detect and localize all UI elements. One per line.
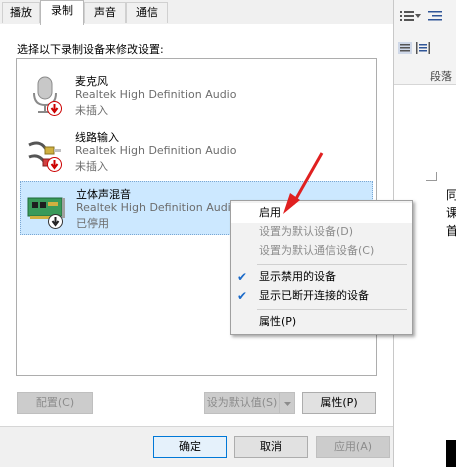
tab-communications[interactable]: 通信 — [126, 2, 168, 23]
button-label: 属性(P) — [320, 396, 358, 409]
menu-separator — [257, 264, 407, 265]
tab-label: 录制 — [51, 4, 73, 17]
device-item-line-in[interactable]: 线路输入 Realtek High Definition Audio 未插入 — [20, 125, 373, 179]
button-label: 取消 — [260, 440, 282, 453]
button-label: 应用(A) — [333, 440, 373, 453]
distributed-align-icon[interactable] — [416, 42, 430, 54]
tab-label: 播放 — [10, 6, 32, 19]
chevron-down-icon[interactable] — [415, 14, 421, 18]
list-format-icon[interactable] — [400, 10, 414, 22]
menu-item-enable[interactable]: 启用 — [231, 203, 412, 223]
menu-item-show-disabled[interactable]: ✔ 显示禁用的设备 — [231, 267, 412, 287]
menu-item-label: 设置为默认设备(D) — [259, 225, 354, 238]
tab-label: 声音 — [94, 6, 116, 19]
menu-separator — [257, 309, 407, 310]
device-name: 麦克风 — [75, 75, 108, 88]
device-state: 未插入 — [75, 160, 108, 173]
device-state: 已停用 — [76, 217, 109, 230]
document-margin-marker — [436, 172, 437, 181]
tab-label: 通信 — [136, 6, 158, 19]
disabled-badge-icon — [48, 214, 63, 229]
tab-bar: 播放 录制 声音 通信 — [0, 0, 393, 25]
set-default-button[interactable]: 设为默认值(S) — [204, 392, 280, 414]
device-driver: Realtek High Definition Audio — [75, 88, 237, 101]
document-text-line: 首 — [446, 224, 456, 238]
document-margin-marker — [426, 180, 436, 181]
device-state: 未插入 — [75, 104, 108, 117]
tab-sounds[interactable]: 声音 — [84, 2, 126, 23]
ribbon-section-label: 段落 — [430, 70, 452, 83]
cancel-button[interactable]: 取消 — [234, 436, 308, 458]
chevron-down-icon — [283, 402, 291, 406]
menu-item-show-disconnected[interactable]: ✔ 显示已断开连接的设备 — [231, 286, 412, 306]
menu-item-set-default[interactable]: 设置为默认设备(D) — [231, 222, 412, 242]
menu-item-label: 显示已断开连接的设备 — [259, 289, 369, 302]
menu-item-label: 启用 — [259, 206, 281, 219]
context-menu: 启用 设置为默认设备(D) 设置为默认通信设备(C) ✔ 显示禁用的设备 ✔ 显… — [230, 200, 413, 335]
device-driver: Realtek High Definition Audio — [76, 201, 238, 214]
menu-item-label: 设置为默认通信设备(C) — [259, 244, 375, 257]
document-text-line: 课 — [446, 206, 456, 220]
button-label: 确定 — [179, 440, 201, 453]
menu-item-label: 显示禁用的设备 — [259, 270, 336, 283]
device-name: 线路输入 — [75, 131, 119, 144]
unplugged-badge-icon — [47, 101, 62, 116]
device-item-microphone[interactable]: 麦克风 Realtek High Definition Audio 未插入 — [20, 69, 373, 123]
device-driver: Realtek High Definition Audio — [75, 144, 237, 157]
menu-item-properties[interactable]: 属性(P) — [231, 312, 412, 332]
checkmark-icon: ✔ — [237, 270, 248, 284]
set-default-dropdown-button[interactable] — [279, 392, 295, 414]
ok-button[interactable]: 确定 — [153, 436, 227, 458]
ribbon-toolbar: 段落 — [394, 0, 456, 85]
indent-icon[interactable] — [428, 10, 442, 22]
document-text-line: 同 — [446, 188, 456, 202]
menu-item-set-default-comm[interactable]: 设置为默认通信设备(C) — [231, 241, 412, 261]
properties-button[interactable]: 属性(P) — [302, 392, 376, 414]
instruction-text: 选择以下录制设备来修改设置: — [17, 43, 164, 56]
unplugged-badge-icon — [47, 157, 62, 172]
menu-item-label: 属性(P) — [259, 315, 297, 328]
apply-button[interactable]: 应用(A) — [316, 436, 390, 458]
black-region — [446, 440, 456, 467]
button-label: 设为默认值(S) — [206, 396, 278, 409]
configure-button[interactable]: 配置(C) — [17, 392, 93, 414]
align-justify-icon[interactable] — [398, 42, 412, 54]
tab-playback[interactable]: 播放 — [2, 2, 40, 23]
button-label: 配置(C) — [35, 396, 75, 409]
tab-recording[interactable]: 录制 — [40, 0, 84, 25]
device-name: 立体声混音 — [76, 188, 131, 201]
checkmark-icon: ✔ — [237, 289, 248, 303]
